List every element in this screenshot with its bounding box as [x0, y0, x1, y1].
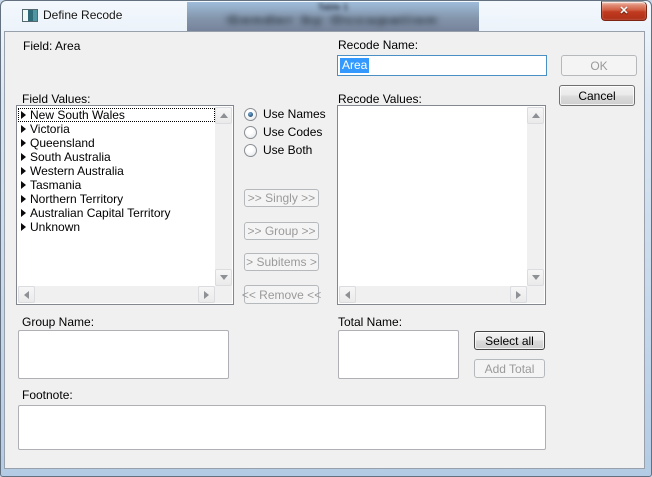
- list-item[interactable]: Victoria: [18, 122, 215, 136]
- item-bullet-icon: [21, 111, 26, 119]
- app-icon: [22, 9, 38, 22]
- radio-icon: [244, 144, 257, 157]
- select-all-button[interactable]: Select all: [474, 331, 545, 350]
- scroll-down-button[interactable]: [215, 269, 232, 286]
- radio-label: Use Codes: [263, 125, 322, 139]
- list-item-label: Western Australia: [30, 164, 124, 178]
- group-name-input[interactable]: [18, 330, 229, 379]
- scroll-track[interactable]: [356, 286, 510, 303]
- scroll-up-icon: [220, 113, 228, 118]
- remove-button[interactable]: << Remove <<: [244, 285, 319, 304]
- ok-button[interactable]: OK: [561, 55, 637, 76]
- list-item[interactable]: Queensland: [18, 136, 215, 150]
- radio-use-names[interactable]: Use Names: [244, 107, 326, 121]
- window-title: Define Recode: [43, 8, 122, 22]
- radio-label: Use Both: [263, 143, 312, 157]
- scroll-down-button[interactable]: [527, 269, 544, 286]
- close-button[interactable]: ✕: [601, 1, 647, 21]
- item-bullet-icon: [21, 209, 26, 217]
- list-item-label: Unknown: [30, 220, 80, 234]
- scroll-up-icon: [532, 113, 540, 118]
- subitems-button[interactable]: > Subitems >: [244, 253, 319, 271]
- list-item-label: South Australia: [30, 150, 111, 164]
- field-values-items: New South Wales Victoria Queensland Sout…: [18, 108, 215, 286]
- blurred-background-text: Table 1: [187, 2, 479, 12]
- field-values-label: Field Values:: [22, 92, 90, 106]
- scroll-left-button[interactable]: [18, 286, 35, 303]
- item-bullet-icon: [21, 167, 26, 175]
- scrollbar-corner: [527, 286, 544, 303]
- scroll-track[interactable]: [215, 124, 232, 269]
- list-item[interactable]: South Australia: [18, 150, 215, 164]
- total-name-input[interactable]: [338, 330, 459, 379]
- scroll-right-button[interactable]: [510, 286, 527, 303]
- radio-use-both[interactable]: Use Both: [244, 143, 312, 157]
- scroll-track[interactable]: [527, 124, 544, 269]
- list-item[interactable]: Northern Territory: [18, 192, 215, 206]
- selected-text: Area: [340, 58, 369, 73]
- group-name-label: Group Name:: [22, 315, 94, 329]
- list-item-label: Australian Capital Territory: [30, 206, 171, 220]
- scroll-up-button[interactable]: [215, 107, 232, 124]
- group-button[interactable]: >> Group >>: [244, 222, 319, 240]
- footnote-input[interactable]: [18, 405, 546, 450]
- radio-use-codes[interactable]: Use Codes: [244, 125, 322, 139]
- list-item[interactable]: Unknown: [18, 220, 215, 234]
- list-item[interactable]: New South Wales: [18, 108, 215, 122]
- item-bullet-icon: [21, 223, 26, 231]
- horizontal-scrollbar[interactable]: [18, 286, 215, 303]
- add-total-button[interactable]: Add Total: [474, 359, 545, 378]
- scroll-left-button[interactable]: [339, 286, 356, 303]
- recode-values-label: Recode Values:: [338, 92, 422, 106]
- list-item-label: Northern Territory: [30, 192, 123, 206]
- blurred-background-text: Gender by Occupation: [187, 13, 479, 27]
- scroll-left-icon: [345, 291, 350, 299]
- item-bullet-icon: [21, 125, 26, 133]
- scroll-left-icon: [24, 291, 29, 299]
- scroll-down-icon: [220, 275, 228, 280]
- item-bullet-icon: [21, 139, 26, 147]
- list-item-label: New South Wales: [30, 108, 125, 122]
- scroll-right-icon: [204, 291, 209, 299]
- scroll-track[interactable]: [35, 286, 198, 303]
- recode-name-label: Recode Name:: [338, 38, 418, 52]
- close-icon: ✕: [619, 6, 628, 17]
- singly-button[interactable]: >> Singly >>: [244, 189, 319, 207]
- radio-label: Use Names: [263, 107, 326, 121]
- total-name-label: Total Name:: [338, 315, 402, 329]
- item-bullet-icon: [21, 195, 26, 203]
- vertical-scrollbar[interactable]: [215, 107, 232, 286]
- list-item-label: Queensland: [30, 136, 95, 150]
- define-recode-dialog: Table 1 Gender by Occupation Define Reco…: [0, 0, 652, 477]
- recode-name-input[interactable]: Area: [337, 55, 547, 76]
- footnote-label: Footnote:: [22, 388, 73, 402]
- cancel-button[interactable]: Cancel: [559, 85, 635, 106]
- scroll-down-icon: [532, 275, 540, 280]
- scroll-right-button[interactable]: [198, 286, 215, 303]
- list-item-label: Tasmania: [30, 178, 81, 192]
- item-bullet-icon: [21, 153, 26, 161]
- list-item[interactable]: Tasmania: [18, 178, 215, 192]
- list-item[interactable]: Western Australia: [18, 164, 215, 178]
- scrollbar-corner: [215, 286, 232, 303]
- vertical-scrollbar[interactable]: [527, 107, 544, 286]
- recode-values-listbox[interactable]: [337, 105, 546, 305]
- radio-icon: [244, 126, 257, 139]
- scroll-right-icon: [516, 291, 521, 299]
- list-item-label: Victoria: [30, 122, 70, 136]
- recode-values-items: [339, 108, 527, 286]
- field-label: Field: Area: [23, 39, 80, 53]
- item-bullet-icon: [21, 181, 26, 189]
- background-window-peek: Table 1 Gender by Occupation: [187, 2, 479, 31]
- radio-selected-icon: [244, 108, 257, 121]
- horizontal-scrollbar[interactable]: [339, 286, 527, 303]
- scroll-up-button[interactable]: [527, 107, 544, 124]
- field-values-listbox[interactable]: New South Wales Victoria Queensland Sout…: [16, 105, 234, 305]
- list-item[interactable]: Australian Capital Territory: [18, 206, 215, 220]
